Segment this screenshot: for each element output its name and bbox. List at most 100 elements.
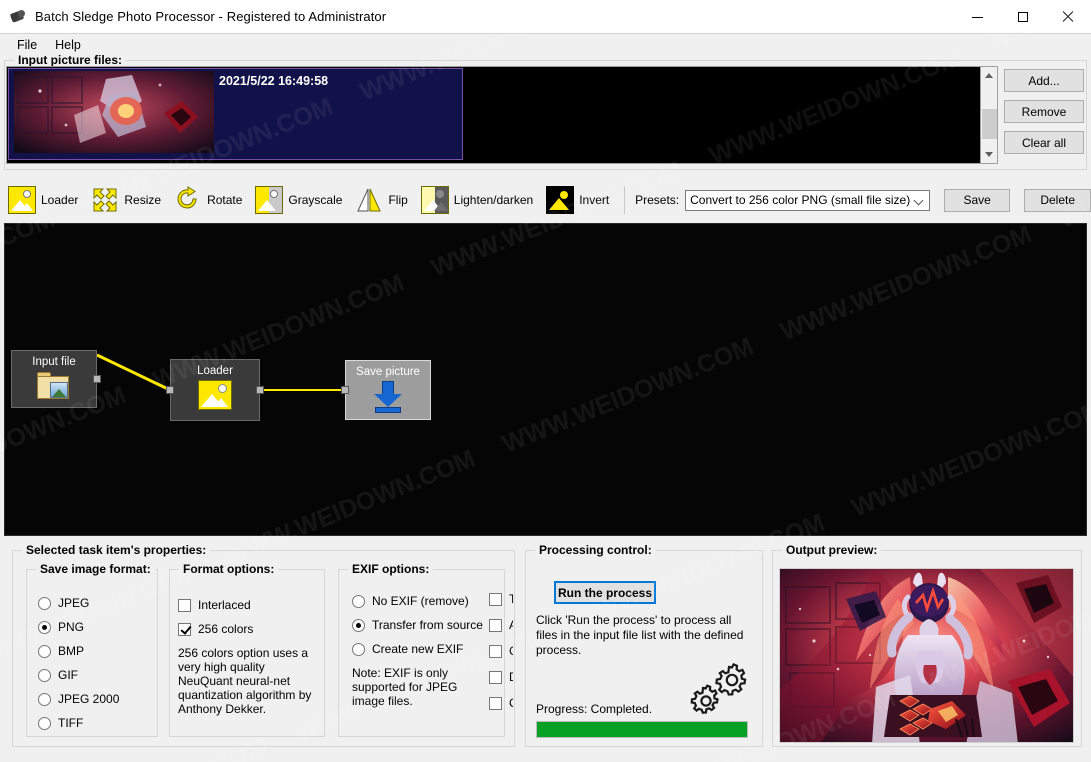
tool-rotate-label: Rotate: [207, 193, 243, 207]
tool-lighten-darken[interactable]: Lighten/darken: [420, 186, 534, 214]
run-process-button[interactable]: Run the process: [554, 581, 656, 604]
tool-loader[interactable]: Loader: [8, 186, 78, 214]
menu-item-file[interactable]: File: [8, 36, 46, 54]
format-options-note: 256 colors option uses a very high quali…: [178, 646, 312, 716]
radio-label: BMP: [58, 644, 85, 658]
add-button[interactable]: Add...: [1004, 69, 1084, 92]
scroll-up-button[interactable]: [981, 67, 997, 84]
presets-label: Presets:: [635, 193, 680, 207]
clear-all-button[interactable]: Clear all: [1004, 131, 1084, 154]
checkbox-exif-tag[interactable]: Co: [489, 696, 513, 710]
tool-flip-label: Flip: [388, 193, 408, 207]
radio-jpeg[interactable]: JPEG: [38, 596, 156, 610]
checkbox-exif-tag[interactable]: Ar: [489, 618, 513, 632]
flip-icon: [355, 186, 383, 214]
checkbox-label: Interlaced: [198, 598, 251, 612]
checkbox-indicator: [489, 618, 502, 632]
radio-no-exif[interactable]: No EXIF (remove): [352, 594, 492, 608]
process-graph-canvas[interactable]: Input file Loader Save picture: [4, 223, 1087, 536]
scroll-down-button[interactable]: [981, 146, 997, 163]
tool-flip[interactable]: Flip: [355, 186, 408, 214]
processing-help-text: Click 'Run the process' to process all f…: [536, 613, 744, 657]
radio-indicator: [38, 596, 51, 610]
grayscale-icon: [255, 186, 284, 214]
checkbox-indicator: [489, 644, 502, 658]
checkbox-label: De: [509, 670, 513, 684]
save-format-label: Save image format:: [36, 562, 155, 576]
checkbox-exif-tag[interactable]: Co: [489, 644, 513, 658]
checkbox-label: Co: [509, 696, 513, 710]
chevron-up-icon: [985, 73, 993, 78]
node-save-picture[interactable]: Save picture: [341, 360, 431, 420]
save-preset-button[interactable]: Save: [943, 188, 1011, 212]
window-title: Batch Sledge Photo Processor - Registere…: [35, 9, 387, 24]
checkbox-interlaced[interactable]: Interlaced: [178, 598, 320, 612]
checkbox-indicator: [489, 696, 502, 710]
radio-indicator: [352, 594, 365, 608]
radio-tiff[interactable]: TIFF: [38, 716, 156, 730]
radio-indicator: [38, 620, 51, 634]
folder-picture-icon: [37, 372, 71, 400]
list-item[interactable]: 2021/5/22 16:49:58: [8, 68, 463, 160]
radio-label: GIF: [58, 668, 78, 682]
checkbox-exif-tag[interactable]: De: [489, 670, 513, 684]
checkbox-256-colors[interactable]: 256 colors: [178, 622, 320, 636]
radio-gif[interactable]: GIF: [38, 668, 156, 682]
radio-label: No EXIF (remove): [372, 594, 469, 608]
minimize-icon: [972, 16, 983, 18]
save-arrow-icon: [370, 381, 406, 413]
invert-icon: [546, 186, 575, 214]
radio-label: JPEG 2000: [58, 692, 120, 706]
node-input-port[interactable]: [341, 386, 349, 394]
radio-jpeg2000[interactable]: JPEG 2000: [38, 692, 156, 706]
node-output-port[interactable]: [256, 386, 264, 394]
menu-bar: File Help: [0, 34, 1091, 56]
radio-indicator: [352, 642, 365, 656]
node-loader[interactable]: Loader: [166, 359, 264, 421]
radio-transfer-from-source[interactable]: Transfer from source: [352, 618, 492, 632]
menu-item-help[interactable]: Help: [46, 36, 90, 54]
output-preview-label: Output preview:: [782, 543, 882, 557]
scrollbar-thumb[interactable]: [982, 109, 997, 139]
radio-label: Transfer from source: [372, 618, 483, 632]
minimize-button[interactable]: [955, 0, 1000, 34]
remove-button[interactable]: Remove: [1004, 100, 1084, 123]
tool-grayscale[interactable]: Grayscale: [255, 186, 342, 214]
node-output-port[interactable]: [93, 375, 101, 383]
file-list[interactable]: 2021/5/22 16:49:58: [7, 67, 980, 163]
format-options-list: Interlaced 256 colors 256 colors option …: [178, 598, 320, 716]
save-format-options: JPEG PNG BMP GIF JPEG 2000 TIFF: [38, 596, 156, 740]
file-list-scrollbar[interactable]: [980, 67, 997, 163]
checkbox-label: Co: [509, 644, 513, 658]
radio-png[interactable]: PNG: [38, 620, 156, 634]
progress-label: Progress: Completed.: [536, 702, 653, 716]
tool-resize-label: Resize: [124, 193, 162, 207]
checkbox-exif-tag[interactable]: Ti: [489, 592, 513, 606]
checkbox-indicator: [178, 622, 191, 636]
node-connections: [96, 353, 345, 392]
tool-lighten-darken-label: Lighten/darken: [453, 193, 534, 207]
radio-bmp[interactable]: BMP: [38, 644, 156, 658]
tool-resize[interactable]: Resize: [91, 186, 161, 214]
node-input-file[interactable]: Input file: [11, 350, 101, 408]
progress-bar-fill: [537, 722, 747, 737]
close-icon: [1062, 11, 1074, 23]
radio-create-new-exif[interactable]: Create new EXIF: [352, 642, 492, 656]
tool-invert[interactable]: Invert: [546, 186, 609, 214]
radio-indicator: [38, 644, 51, 658]
node-title: Loader: [197, 365, 233, 377]
node-input-port[interactable]: [166, 386, 174, 394]
tool-rotate[interactable]: Rotate: [174, 186, 242, 214]
checkbox-label: 256 colors: [198, 622, 254, 636]
delete-preset-button[interactable]: Delete: [1024, 188, 1091, 212]
toolbar-divider: [624, 186, 626, 214]
output-preview-image: [779, 568, 1074, 743]
title-bar: Batch Sledge Photo Processor - Registere…: [0, 0, 1091, 34]
presets-value: Convert to 256 color PNG (small file siz…: [690, 193, 911, 207]
presets-dropdown[interactable]: Convert to 256 color PNG (small file siz…: [685, 189, 930, 211]
close-button[interactable]: [1045, 0, 1091, 34]
maximize-button[interactable]: [1000, 0, 1045, 34]
radio-indicator: [38, 716, 51, 730]
checkbox-indicator: [178, 598, 191, 612]
progress-bar: [536, 721, 748, 738]
